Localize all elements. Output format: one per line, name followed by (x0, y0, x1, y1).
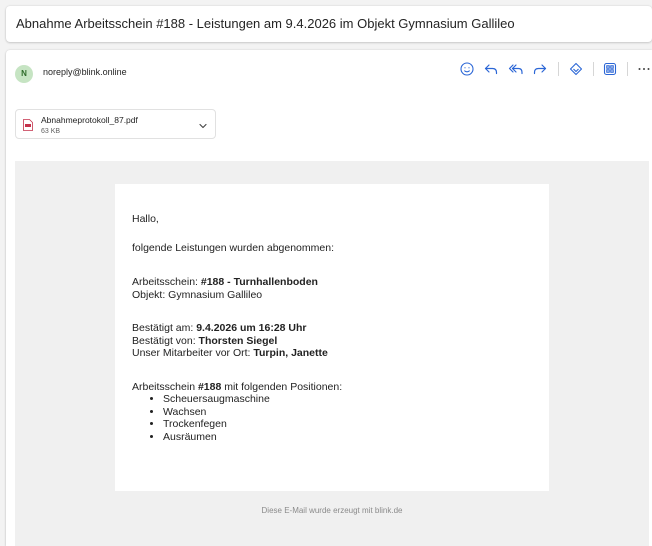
immersive-reader-icon[interactable] (568, 61, 584, 77)
email-body: Hallo, folgende Leistungen wurden abgeno… (15, 161, 649, 546)
attachment-name: Abnahmeprotokoll_87.pdf (41, 115, 138, 125)
list-item: Ausräumen (163, 431, 549, 444)
staff-value: Turpin, Janette (253, 347, 328, 359)
email-subject: Abnahme Arbeitsschein #188 - Leistungen … (6, 6, 652, 42)
more-icon[interactable] (636, 61, 652, 77)
confirmed-by-line: Bestätigt von: Thorsten Siegel (132, 334, 278, 347)
confirmed-at-value: 9.4.2026 um 16:28 Uhr (196, 322, 307, 334)
list-item: Wachsen (163, 406, 549, 419)
object-line: Objekt: Gymnasium Gallileo (132, 288, 263, 301)
confirmed-by-value: Thorsten Siegel (198, 334, 278, 347)
message-toolbar (452, 61, 650, 77)
reply-all-icon[interactable] (508, 61, 524, 77)
chevron-down-icon[interactable] (197, 119, 209, 131)
positions-list: Scheuersaugmaschine Wachsen Trockenfegen… (163, 393, 549, 443)
emoji-icon[interactable] (459, 61, 475, 77)
confirmed-at-line: Bestätigt am: 9.4.2026 um 16:28 Uhr (132, 322, 307, 334)
message-card: N noreply@blink.online Abnahmeprotokoll_… (6, 50, 652, 546)
toolbar-divider (627, 62, 628, 76)
sender-avatar[interactable]: N (15, 65, 33, 83)
work-order-line: Arbeitsschein: #188 - Turnhallenboden (132, 276, 318, 288)
pdf-file-icon (23, 118, 33, 131)
work-order-value: #188 - Turnhallenboden (200, 276, 318, 288)
attachment-size: 63 KB (41, 128, 61, 135)
toolbar-divider (558, 62, 559, 76)
forward-icon[interactable] (532, 61, 548, 77)
staff-line: Unser Mitarbeiter vor Ort: Turpin, Janet… (132, 347, 328, 359)
attachment-card[interactable]: Abnahmeprotokoll_87.pdf 63 KB (15, 109, 216, 139)
sender-email[interactable]: noreply@blink.online (43, 66, 127, 78)
email-footer: Diese E-Mail wurde erzeugt mit blink.de (261, 506, 403, 515)
intro-text: folgende Leistungen wurden abgenommen: (132, 241, 334, 254)
list-item: Trockenfegen (163, 418, 549, 431)
list-item: Scheuersaugmaschine (163, 393, 549, 406)
toolbar-divider (593, 62, 594, 76)
email-content: Hallo, folgende Leistungen wurden abgeno… (115, 184, 549, 491)
greeting: Hallo, (132, 213, 159, 225)
reply-icon[interactable] (483, 61, 499, 77)
positions-heading: Arbeitsschein #188 mit folgenden Positio… (132, 380, 343, 393)
apps-icon[interactable] (602, 61, 618, 77)
